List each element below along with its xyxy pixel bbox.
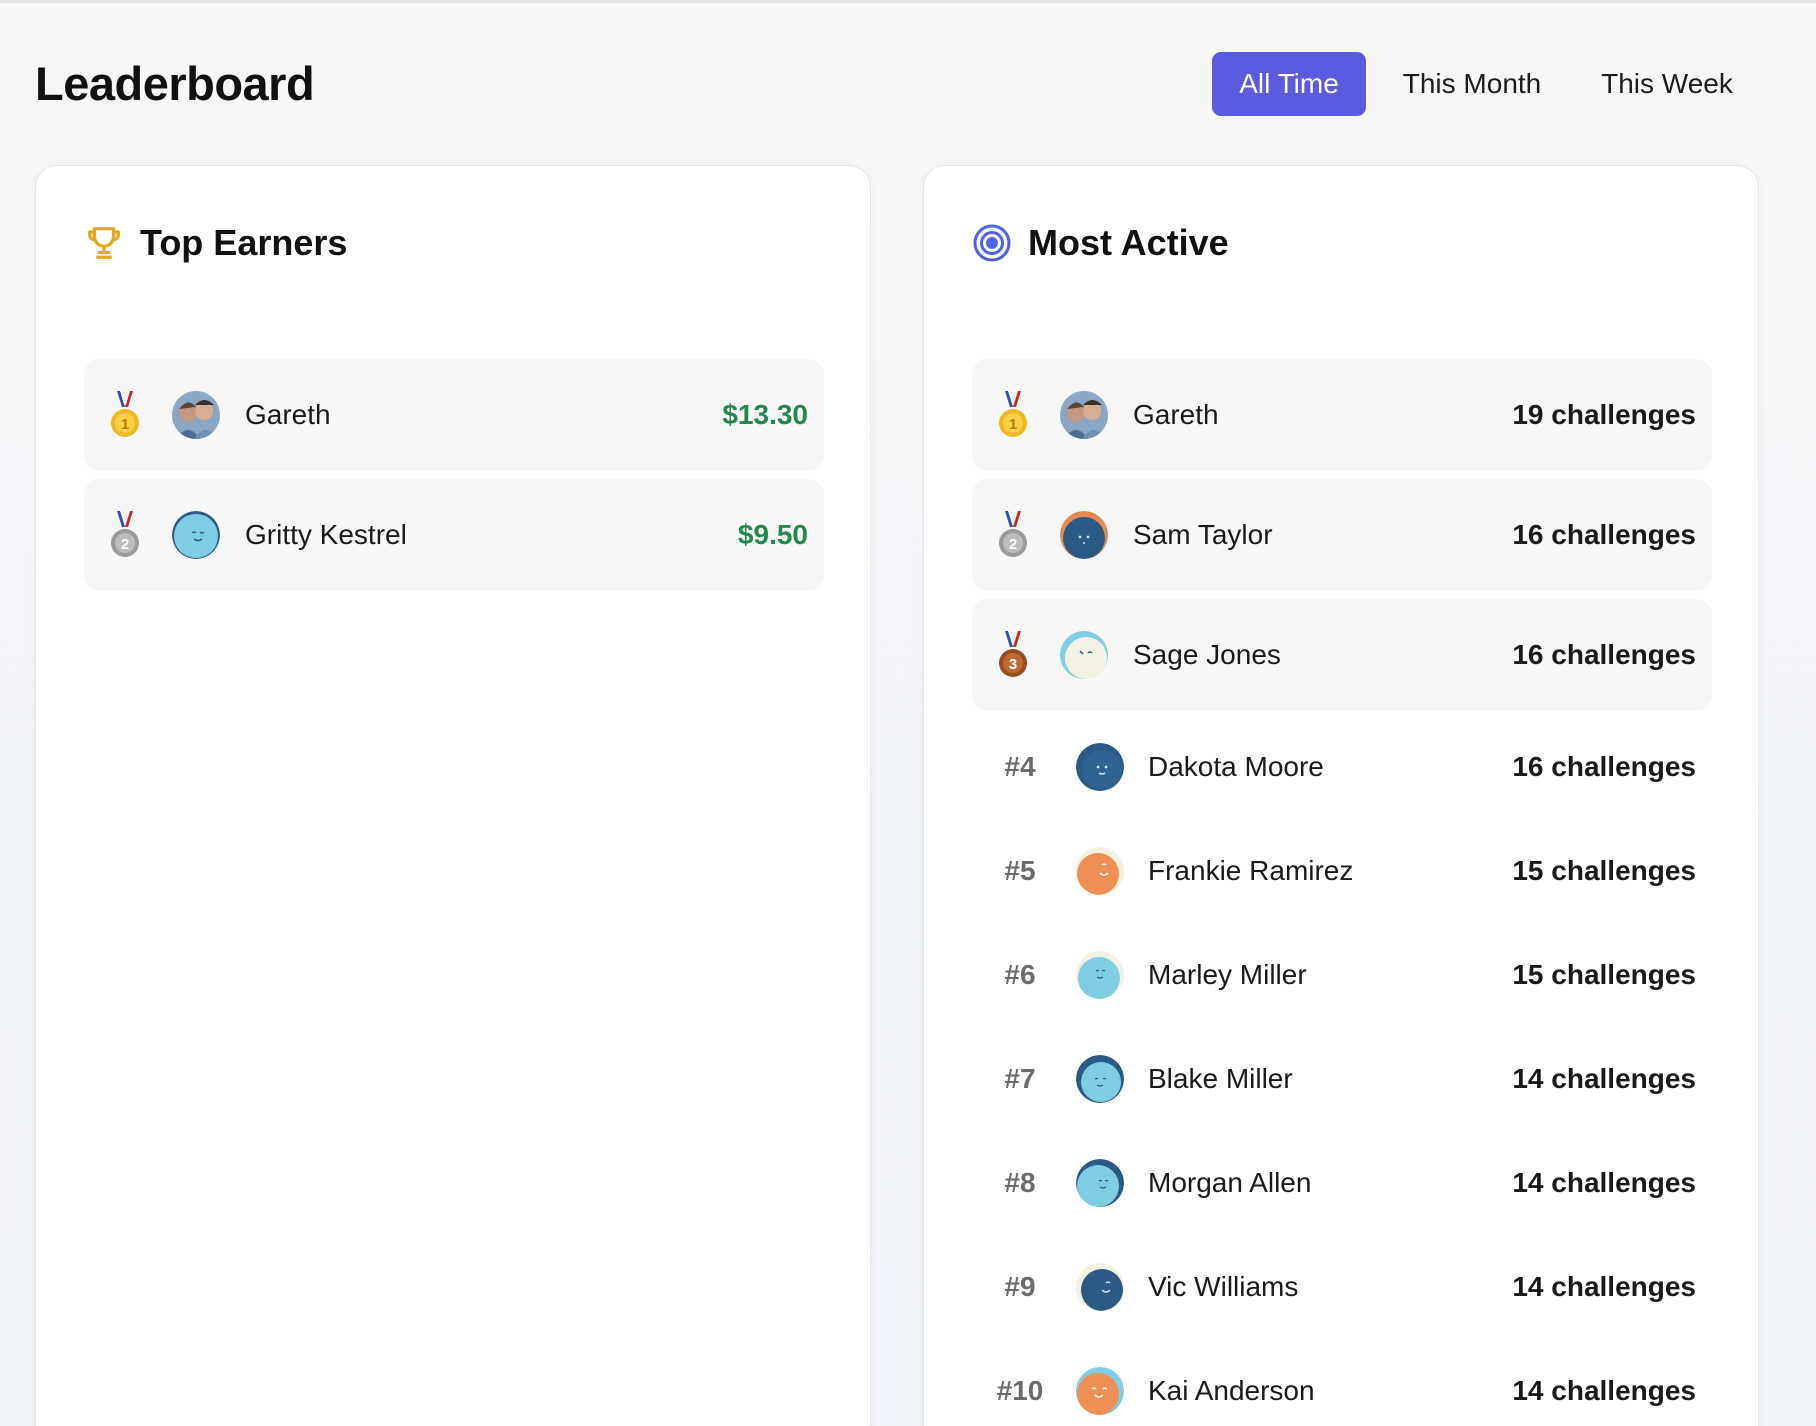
earner-amount: $13.30 (722, 399, 808, 430)
most-active-header: Most Active (972, 222, 1229, 264)
avatar (1076, 1263, 1124, 1311)
list-item[interactable]: #6 Marley Miller 15 challenges (972, 927, 1712, 1023)
top-earners-card: Top Earners 1 Gareth $13.30 2 Gritty Kes… (35, 165, 871, 1426)
member-name: Morgan Allen (1148, 1167, 1312, 1198)
challenge-count: 19 challenges (1512, 399, 1696, 430)
avatar (172, 511, 220, 559)
rank-number: #10 (996, 1375, 1044, 1406)
time-filter-tabs: All Time This Month This Week (1212, 52, 1756, 116)
gold-medal-icon: 1 (999, 391, 1027, 437)
challenge-count: 16 challenges (1512, 639, 1696, 670)
rank-number: #5 (1004, 855, 1036, 886)
top-earners-title: Top Earners (140, 222, 348, 263)
list-item[interactable]: 1 Gareth $13.30 (84, 359, 824, 471)
target-icon (972, 223, 1012, 263)
top-divider (0, 0, 1816, 3)
list-item[interactable]: #7 Blake Miller 14 challenges (972, 1031, 1712, 1127)
gold-medal-icon: 1 (111, 390, 139, 437)
challenge-count: 14 challenges (1512, 1167, 1696, 1198)
earner-name: Gritty Kestrel (245, 519, 407, 550)
earner-amount: $9.50 (737, 519, 808, 550)
avatar (1076, 1055, 1124, 1103)
list-item[interactable]: #10 Kai Anderson 14 challenges (972, 1343, 1712, 1426)
avatar (1060, 511, 1108, 559)
most-active-list: 1 Gareth 19 challenges 2 Sam Taylor 16 c… (972, 359, 1712, 1426)
member-name: Dakota Moore (1148, 751, 1324, 782)
challenge-count: 15 challenges (1512, 959, 1696, 990)
challenge-count: 16 challenges (1512, 751, 1696, 782)
member-name: Blake Miller (1148, 1063, 1293, 1094)
list-item[interactable]: #4 Dakota Moore 16 challenges (972, 719, 1712, 815)
list-item[interactable]: 1 Gareth 19 challenges (972, 359, 1712, 471)
rank-number: #8 (1004, 1167, 1036, 1198)
avatar (1076, 1367, 1124, 1415)
avatar (1076, 743, 1124, 791)
avatar (1076, 847, 1124, 895)
avatar (1076, 951, 1124, 999)
rank-number: #7 (1004, 1063, 1036, 1094)
most-active-card: Most Active 1 Gareth 19 challenges 2 Sam… (923, 165, 1759, 1426)
list-item[interactable]: #5 Frankie Ramirez 15 challenges (972, 823, 1712, 919)
member-name: Kai Anderson (1148, 1375, 1315, 1406)
filter-all-time-button[interactable]: All Time (1212, 52, 1366, 116)
avatar (172, 391, 220, 439)
bronze-medal-icon: 3 (999, 631, 1027, 677)
list-item[interactable]: 2 Sam Taylor 16 challenges (972, 479, 1712, 591)
challenge-count: 14 challenges (1512, 1271, 1696, 1302)
challenge-count: 14 challenges (1512, 1063, 1696, 1094)
filter-this-month-button[interactable]: This Month (1366, 52, 1578, 116)
member-name: Gareth (1133, 399, 1219, 430)
challenge-count: 14 challenges (1512, 1375, 1696, 1406)
earner-name: Gareth (245, 399, 331, 430)
most-active-title: Most Active (1028, 222, 1229, 263)
rank-number: #9 (1004, 1271, 1036, 1302)
list-item[interactable]: 3 Sage Jones 16 challenges (972, 599, 1712, 711)
top-earners-header: Top Earners (84, 222, 347, 264)
svg-text:1: 1 (1009, 416, 1017, 433)
silver-medal-icon: 2 (111, 511, 139, 557)
member-name: Marley Miller (1148, 959, 1307, 990)
member-name: Frankie Ramirez (1148, 855, 1354, 886)
filter-this-week-button[interactable]: This Week (1578, 52, 1756, 116)
challenge-count: 16 challenges (1512, 519, 1696, 550)
trophy-icon (84, 223, 124, 263)
svg-text:2: 2 (1009, 536, 1017, 553)
list-item[interactable]: 2 Gritty Kestrel $9.50 (84, 479, 824, 591)
svg-text:1: 1 (121, 416, 129, 433)
svg-text:3: 3 (1009, 656, 1017, 673)
list-item[interactable]: #9 Vic Williams 14 challenges (972, 1239, 1712, 1335)
top-earners-list: 1 Gareth $13.30 2 Gritty Kestrel $9.50 (84, 359, 824, 599)
member-name: Sage Jones (1133, 639, 1281, 670)
challenge-count: 15 challenges (1512, 855, 1696, 886)
svg-text:2: 2 (121, 536, 129, 553)
silver-medal-icon: 2 (999, 511, 1027, 557)
rank-number: #6 (1004, 959, 1036, 990)
list-item[interactable]: #8 Morgan Allen 14 challenges (972, 1135, 1712, 1231)
rank-number: #4 (1004, 751, 1036, 782)
member-name: Vic Williams (1148, 1271, 1299, 1302)
avatar (1076, 1159, 1124, 1207)
avatar (1060, 631, 1108, 679)
page-title: Leaderboard (35, 57, 315, 110)
member-name: Sam Taylor (1133, 519, 1273, 550)
avatar (1060, 391, 1108, 439)
